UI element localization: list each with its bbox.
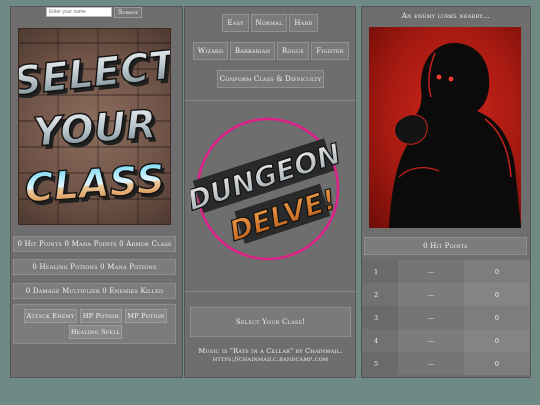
mp-potion-button[interactable]: MP Potion — [125, 309, 167, 323]
enemy-silhouette — [389, 42, 521, 228]
row-number: 3 — [362, 306, 398, 329]
row-value: 0 — [464, 283, 530, 306]
row-entry: --- — [398, 329, 464, 352]
difficulty-normal-button[interactable]: Normal — [251, 14, 287, 32]
row-value: 0 — [464, 352, 530, 375]
healing-spell-button[interactable]: Healing Spell — [69, 325, 122, 339]
divider — [185, 291, 355, 292]
music-credit: Music is "Rats in a Cellar" by Chainmail… — [198, 347, 343, 363]
enemy-hit-points: 0 Hit Points — [364, 237, 527, 255]
class-barbarian-button[interactable]: Barbarian — [230, 42, 275, 60]
row-number: 2 — [362, 283, 398, 306]
divider — [185, 100, 355, 101]
table-row: 1 --- 0 — [362, 260, 530, 283]
table-row: 3 --- 0 — [362, 306, 530, 329]
row-number: 1 — [362, 260, 398, 283]
class-wizard-button[interactable]: Wizard — [193, 42, 228, 60]
confirm-class-difficulty-button[interactable]: Conform Class & Difficulty — [217, 70, 324, 88]
select-your-class-image: SELECT SELECT YOUR YOUR CLASS CLASS — [18, 28, 171, 225]
table-row: 4 --- 0 — [362, 329, 530, 352]
player-combat-line: 0 Damage Multiplier 0 Enemies Killed — [13, 283, 176, 299]
hp-potion-button[interactable]: HP Potion — [80, 309, 122, 323]
title-line-select: SELECT — [19, 42, 170, 105]
row-value: 0 — [464, 329, 530, 352]
row-value: 0 — [464, 260, 530, 283]
name-entry-row: Submit — [46, 7, 144, 19]
class-status-message: Select Your Class! — [190, 307, 351, 337]
row-entry: --- — [398, 283, 464, 306]
attack-enemy-button[interactable]: Attack Enemy — [24, 309, 77, 323]
player-stats-line: 0 Hit Points 0 Mana Points 0 Armor Class — [13, 236, 176, 252]
class-rogue-button[interactable]: Rogue — [277, 42, 309, 60]
table-row: 5 --- 0 — [362, 352, 530, 375]
name-input[interactable] — [46, 7, 112, 17]
difficulty-hard-button[interactable]: Hard — [289, 14, 318, 32]
row-number: 5 — [362, 352, 398, 375]
player-potions-line: 0 Healing Potions 0 Mana Potions — [13, 259, 176, 275]
title-line-class: CLASS — [23, 156, 166, 212]
enemy-image — [369, 27, 521, 228]
select-your-class-title-art: SELECT SELECT YOUR YOUR CLASS CLASS — [19, 41, 170, 216]
class-fighter-button[interactable]: Fighter — [311, 42, 349, 60]
dungeon-delve-logo: DUNGEON DELVE! — [191, 117, 345, 261]
row-value: 0 — [464, 306, 530, 329]
row-entry: --- — [398, 352, 464, 375]
title-line-your: YOUR — [32, 101, 158, 155]
submit-button[interactable]: Submit — [114, 7, 142, 18]
enemy-title: An enemy lurks nearby... — [401, 12, 491, 20]
table-row: 2 --- 0 — [362, 283, 530, 306]
enemy-log-table: 1 --- 0 2 --- 0 3 --- 0 4 --- 0 5 --- 0 — [362, 260, 530, 375]
row-entry: --- — [398, 260, 464, 283]
difficulty-easy-button[interactable]: Easy — [222, 14, 249, 32]
row-entry: --- — [398, 306, 464, 329]
action-buttons-group: Attack Enemy HP Potion MP Potion Healing… — [13, 304, 176, 344]
row-number: 4 — [362, 329, 398, 352]
